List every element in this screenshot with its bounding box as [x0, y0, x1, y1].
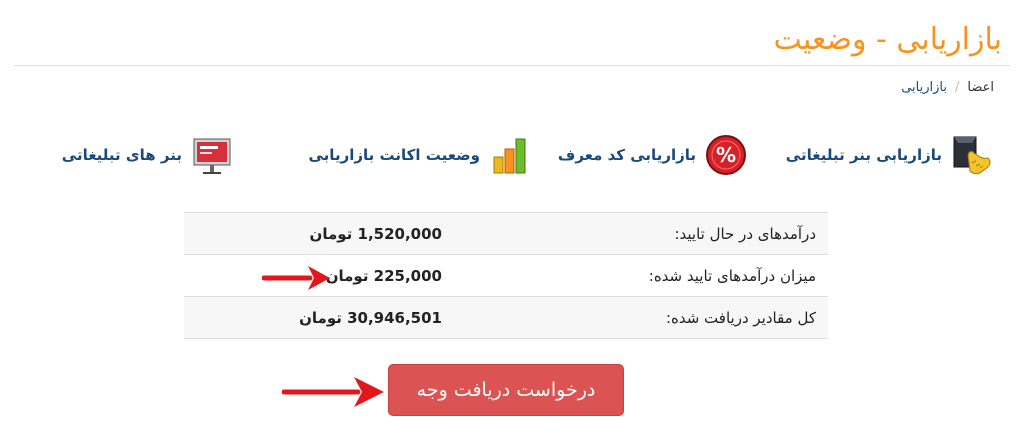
pending-income-value: 1,520,000 تومان: [184, 212, 454, 255]
percent-icon: %: [702, 131, 750, 179]
bar-chart-icon: [486, 131, 534, 179]
pending-income-label: درآمدهای در حال تایید:: [454, 212, 828, 255]
billboard-icon: [188, 131, 236, 179]
nav-referral-code-label: بازاریابی کد معرف: [557, 146, 696, 164]
withdraw-request-button[interactable]: درخواست دریافت وجه: [388, 364, 624, 416]
pointing-hand-icon: [948, 131, 996, 179]
total-received-label: کل مقادیر دریافت شده:: [454, 296, 828, 339]
nav-banner-marketing-label: بازاریابی بنر تبلیغاتی: [785, 146, 942, 164]
page-title: بازاریابی - وضعیت: [773, 22, 1003, 57]
breadcrumb-current: بازاریابی: [901, 80, 947, 95]
nav-ad-banners-label: بنر های تبلیغاتی: [61, 146, 182, 164]
breadcrumb-members[interactable]: اعضا: [967, 80, 994, 95]
title-divider: [14, 65, 1010, 66]
total-received-value: 30,946,501 تومان: [184, 296, 454, 339]
nav-ad-banners[interactable]: بنر های تبلیغاتی: [62, 128, 236, 182]
table-row: درآمدهای در حال تایید: 1,520,000 تومان: [184, 212, 828, 255]
nav-referral-code[interactable]: % بازاریابی کد معرف: [558, 128, 750, 182]
nav-account-status[interactable]: وضعیت اکانت بازاریابی: [309, 128, 535, 182]
breadcrumb: اعضا / بازاریابی: [901, 80, 994, 95]
annotation-arrow-icon: [282, 377, 384, 407]
table-row: کل مقادیر دریافت شده: 30,946,501 تومان: [184, 296, 828, 339]
annotation-arrow-icon: [262, 266, 330, 290]
nav-account-status-label: وضعیت اکانت بازاریابی: [308, 146, 481, 164]
nav-banner-marketing[interactable]: بازاریابی بنر تبلیغاتی: [786, 128, 996, 182]
breadcrumb-separator: /: [955, 80, 960, 95]
approved-income-label: میزان درآمدهای تایید شده:: [648, 266, 816, 285]
svg-text:%: %: [716, 143, 736, 167]
